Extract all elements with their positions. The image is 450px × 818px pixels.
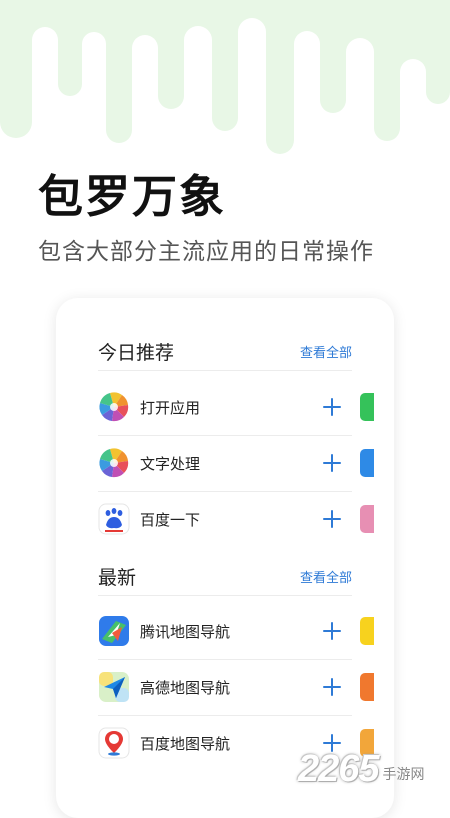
pinwheel-icon bbox=[99, 392, 129, 422]
add-button[interactable] bbox=[320, 451, 344, 475]
item-name: 打开应用 bbox=[140, 399, 201, 417]
pinwheel-icon bbox=[99, 448, 129, 478]
divider bbox=[98, 370, 352, 371]
item-name: 腾讯地图导航 bbox=[140, 623, 231, 641]
baidu-paw-icon bbox=[98, 503, 130, 535]
hero-title: 包罗万象 bbox=[38, 171, 227, 222]
list-item[interactable]: 打开应用 bbox=[98, 379, 352, 435]
section-header-recommended: 今日推荐 查看全部 bbox=[98, 336, 352, 366]
section-title-latest: 最新 bbox=[98, 567, 137, 589]
add-button[interactable] bbox=[320, 507, 344, 531]
amap-icon bbox=[99, 672, 129, 702]
item-name: 文字处理 bbox=[140, 455, 201, 473]
baidu-map-icon bbox=[98, 727, 130, 759]
next-app-peek bbox=[360, 505, 374, 533]
add-button[interactable] bbox=[320, 619, 344, 643]
list-item[interactable]: 百度一下 bbox=[98, 491, 352, 547]
next-app-peek bbox=[360, 673, 374, 701]
item-name: 百度地图导航 bbox=[140, 735, 231, 753]
next-app-peek bbox=[360, 393, 374, 421]
watermark-number: 2265 bbox=[298, 747, 380, 790]
watermark-text: 手游网 bbox=[382, 766, 425, 782]
next-app-peek bbox=[360, 617, 374, 645]
add-button[interactable] bbox=[320, 675, 344, 699]
next-app-peek bbox=[360, 449, 374, 477]
drip-background bbox=[0, 0, 450, 154]
tencent-map-icon bbox=[99, 616, 129, 646]
hero-subtitle: 包含大部分主流应用的日常操作 bbox=[38, 238, 374, 264]
item-name: 高德地图导航 bbox=[140, 679, 231, 697]
section-header-latest: 最新 查看全部 bbox=[98, 561, 352, 591]
add-button[interactable] bbox=[320, 395, 344, 419]
section-title-recommended: 今日推荐 bbox=[98, 342, 175, 364]
view-all-link-recommended[interactable]: 查看全部 bbox=[300, 342, 352, 361]
list-item[interactable]: 腾讯地图导航 bbox=[98, 603, 352, 659]
view-all-link-latest[interactable]: 查看全部 bbox=[300, 567, 352, 586]
list-item[interactable]: 文字处理 bbox=[98, 435, 352, 491]
preview-card: 今日推荐 查看全部 打开应用 文字处理 百度一下 最新 查看全部 腾讯地图导航 … bbox=[56, 298, 394, 818]
divider bbox=[98, 595, 352, 596]
list-item[interactable]: 高德地图导航 bbox=[98, 659, 352, 715]
item-name: 百度一下 bbox=[140, 511, 201, 529]
site-watermark: 2265 手游网 bbox=[298, 744, 450, 794]
